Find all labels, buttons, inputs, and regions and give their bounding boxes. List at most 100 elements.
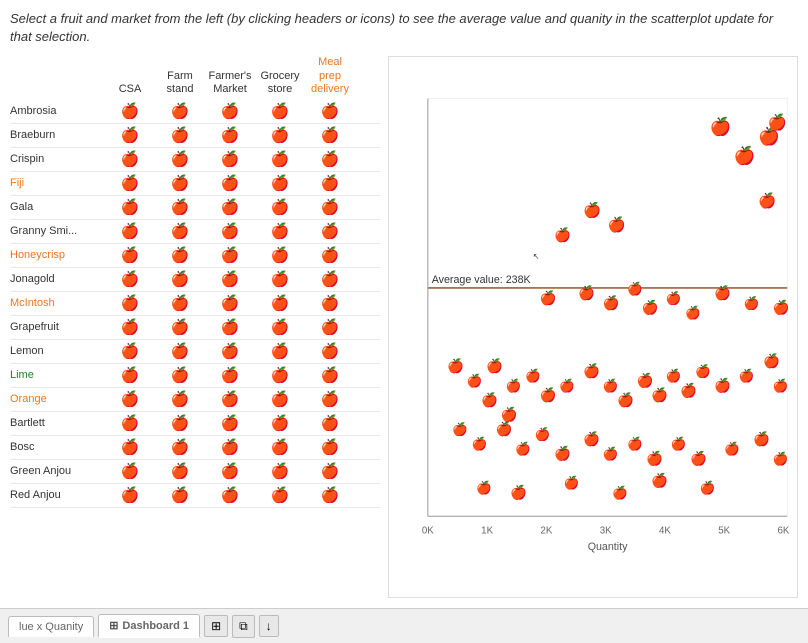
fruit-row[interactable]: Red Anjou 🍎 🍎 🍎 🍎 🍎 xyxy=(10,484,380,508)
apple-icon-cell[interactable]: 🍎 xyxy=(105,390,155,409)
apple-icon-cell[interactable]: 🍎 xyxy=(305,222,355,241)
apple-icon-cell[interactable]: 🍎 xyxy=(305,318,355,337)
apple-icon-cell[interactable]: 🍎 xyxy=(105,174,155,193)
fruit-row[interactable]: Bartlett 🍎 🍎 🍎 🍎 🍎 xyxy=(10,412,380,436)
apple-icon-cell[interactable]: 🍎 xyxy=(305,198,355,217)
apple-icon-cell[interactable]: 🍎 xyxy=(105,342,155,361)
apple-icon-cell[interactable]: 🍎 xyxy=(155,390,205,409)
apple-icon-cell[interactable]: 🍎 xyxy=(105,486,155,505)
apple-icon-cell[interactable]: 🍎 xyxy=(155,342,205,361)
apple-icon-cell[interactable]: 🍎 xyxy=(155,102,205,121)
apple-icon-cell[interactable]: 🍎 xyxy=(155,462,205,481)
apple-icon-cell[interactable]: 🍎 xyxy=(205,342,255,361)
apple-icon-cell[interactable]: 🍎 xyxy=(205,222,255,241)
apple-icon-cell[interactable]: 🍎 xyxy=(305,270,355,289)
apple-icon-cell[interactable]: 🍎 xyxy=(105,126,155,145)
apple-icon-cell[interactable]: 🍎 xyxy=(255,414,305,433)
apple-icon-cell[interactable]: 🍎 xyxy=(305,246,355,265)
fruit-row[interactable]: Honeycrisp 🍎 🍎 🍎 🍎 🍎 xyxy=(10,244,380,268)
fruit-row[interactable]: Jonagold 🍎 🍎 🍎 🍎 🍎 xyxy=(10,268,380,292)
apple-icon-cell[interactable]: 🍎 xyxy=(105,294,155,313)
apple-icon-cell[interactable]: 🍎 xyxy=(105,102,155,121)
apple-icon-cell[interactable]: 🍎 xyxy=(305,174,355,193)
apple-icon-cell[interactable]: 🍎 xyxy=(205,414,255,433)
fruit-row[interactable]: Braeburn 🍎 🍎 🍎 🍎 🍎 xyxy=(10,124,380,148)
apple-icon-cell[interactable]: 🍎 xyxy=(305,150,355,169)
apple-icon-cell[interactable]: 🍎 xyxy=(305,462,355,481)
fruit-row[interactable]: Crispin 🍎 🍎 🍎 🍎 🍎 xyxy=(10,148,380,172)
apple-icon-cell[interactable]: 🍎 xyxy=(255,174,305,193)
tab-dashboard-1[interactable]: ⊞ Dashboard 1 xyxy=(98,614,200,638)
apple-icon-cell[interactable]: 🍎 xyxy=(255,246,305,265)
apple-icon-cell[interactable]: 🍎 xyxy=(155,438,205,457)
apple-icon-cell[interactable]: 🍎 xyxy=(255,126,305,145)
apple-icon-cell[interactable]: 🍎 xyxy=(155,270,205,289)
apple-icon-cell[interactable]: 🍎 xyxy=(305,102,355,121)
apple-icon-cell[interactable]: 🍎 xyxy=(305,126,355,145)
apple-icon-cell[interactable]: 🍎 xyxy=(155,246,205,265)
apple-icon-cell[interactable]: 🍎 xyxy=(205,486,255,505)
apple-icon-cell[interactable]: 🍎 xyxy=(205,174,255,193)
apple-icon-cell[interactable]: 🍎 xyxy=(155,174,205,193)
duplicate-sheet-button[interactable]: ⧉ xyxy=(232,615,255,638)
apple-icon-cell[interactable]: 🍎 xyxy=(205,126,255,145)
apple-icon-cell[interactable]: 🍎 xyxy=(155,198,205,217)
apple-icon-cell[interactable]: 🍎 xyxy=(205,102,255,121)
col-header-csa[interactable]: CSA xyxy=(105,83,155,96)
apple-icon-cell[interactable]: 🍎 xyxy=(205,270,255,289)
apple-icon-cell[interactable]: 🍎 xyxy=(305,414,355,433)
apple-icon-cell[interactable]: 🍎 xyxy=(105,318,155,337)
col-header-farmers-market[interactable]: Farmer'sMarket xyxy=(205,70,255,96)
apple-icon-cell[interactable]: 🍎 xyxy=(255,270,305,289)
apple-icon-cell[interactable]: 🍎 xyxy=(155,414,205,433)
apple-icon-cell[interactable]: 🍎 xyxy=(205,318,255,337)
apple-icon-cell[interactable]: 🍎 xyxy=(105,246,155,265)
apple-icon-cell[interactable]: 🍎 xyxy=(255,438,305,457)
apple-icon-cell[interactable]: 🍎 xyxy=(255,342,305,361)
apple-icon-cell[interactable]: 🍎 xyxy=(255,150,305,169)
apple-icon-cell[interactable]: 🍎 xyxy=(305,390,355,409)
apple-icon-cell[interactable]: 🍎 xyxy=(205,390,255,409)
apple-icon-cell[interactable]: 🍎 xyxy=(155,366,205,385)
apple-icon-cell[interactable]: 🍎 xyxy=(305,294,355,313)
apple-icon-cell[interactable]: 🍎 xyxy=(305,366,355,385)
apple-icon-cell[interactable]: 🍎 xyxy=(255,366,305,385)
apple-icon-cell[interactable]: 🍎 xyxy=(105,462,155,481)
fruit-row[interactable]: Orange 🍎 🍎 🍎 🍎 🍎 xyxy=(10,388,380,412)
apple-icon-cell[interactable]: 🍎 xyxy=(205,294,255,313)
apple-icon-cell[interactable]: 🍎 xyxy=(305,486,355,505)
apple-icon-cell[interactable]: 🍎 xyxy=(255,294,305,313)
col-header-grocery-store[interactable]: Grocerystore xyxy=(255,70,305,96)
fruit-row[interactable]: Gala 🍎 🍎 🍎 🍎 🍎 xyxy=(10,196,380,220)
fruit-row[interactable]: Lime 🍎 🍎 🍎 🍎 🍎 xyxy=(10,364,380,388)
apple-icon-cell[interactable]: 🍎 xyxy=(155,150,205,169)
apple-icon-cell[interactable]: 🍎 xyxy=(105,222,155,241)
apple-icon-cell[interactable]: 🍎 xyxy=(255,462,305,481)
download-sheet-button[interactable]: ↓ xyxy=(259,615,279,637)
apple-icon-cell[interactable]: 🍎 xyxy=(255,102,305,121)
fruit-row[interactable]: Grapefruit 🍎 🍎 🍎 🍎 🍎 xyxy=(10,316,380,340)
apple-icon-cell[interactable]: 🍎 xyxy=(205,246,255,265)
fruit-row[interactable]: Bosc 🍎 🍎 🍎 🍎 🍎 xyxy=(10,436,380,460)
apple-icon-cell[interactable]: 🍎 xyxy=(305,438,355,457)
fruit-row[interactable]: McIntosh 🍎 🍎 🍎 🍎 🍎 xyxy=(10,292,380,316)
fruit-row[interactable]: Fiji 🍎 🍎 🍎 🍎 🍎 xyxy=(10,172,380,196)
apple-icon-cell[interactable]: 🍎 xyxy=(205,198,255,217)
apple-icon-cell[interactable]: 🍎 xyxy=(205,438,255,457)
apple-icon-cell[interactable]: 🍎 xyxy=(105,414,155,433)
apple-icon-cell[interactable]: 🍎 xyxy=(105,198,155,217)
col-header-farm-stand[interactable]: Farmstand xyxy=(155,70,205,96)
apple-icon-cell[interactable]: 🍎 xyxy=(155,486,205,505)
apple-icon-cell[interactable]: 🍎 xyxy=(255,390,305,409)
apple-icon-cell[interactable]: 🍎 xyxy=(255,486,305,505)
apple-icon-cell[interactable]: 🍎 xyxy=(255,198,305,217)
apple-icon-cell[interactable]: 🍎 xyxy=(105,270,155,289)
tab-value-quantity[interactable]: lue x Quanity xyxy=(8,616,94,637)
fruit-row[interactable]: Granny Smi... 🍎 🍎 🍎 🍎 🍎 xyxy=(10,220,380,244)
fruit-row[interactable]: Ambrosia 🍎 🍎 🍎 🍎 🍎 xyxy=(10,100,380,124)
new-sheet-button[interactable]: ⊞ xyxy=(204,615,228,637)
fruit-row[interactable]: Lemon 🍎 🍎 🍎 🍎 🍎 xyxy=(10,340,380,364)
apple-icon-cell[interactable]: 🍎 xyxy=(155,318,205,337)
apple-icon-cell[interactable]: 🍎 xyxy=(305,342,355,361)
apple-icon-cell[interactable]: 🍎 xyxy=(255,318,305,337)
